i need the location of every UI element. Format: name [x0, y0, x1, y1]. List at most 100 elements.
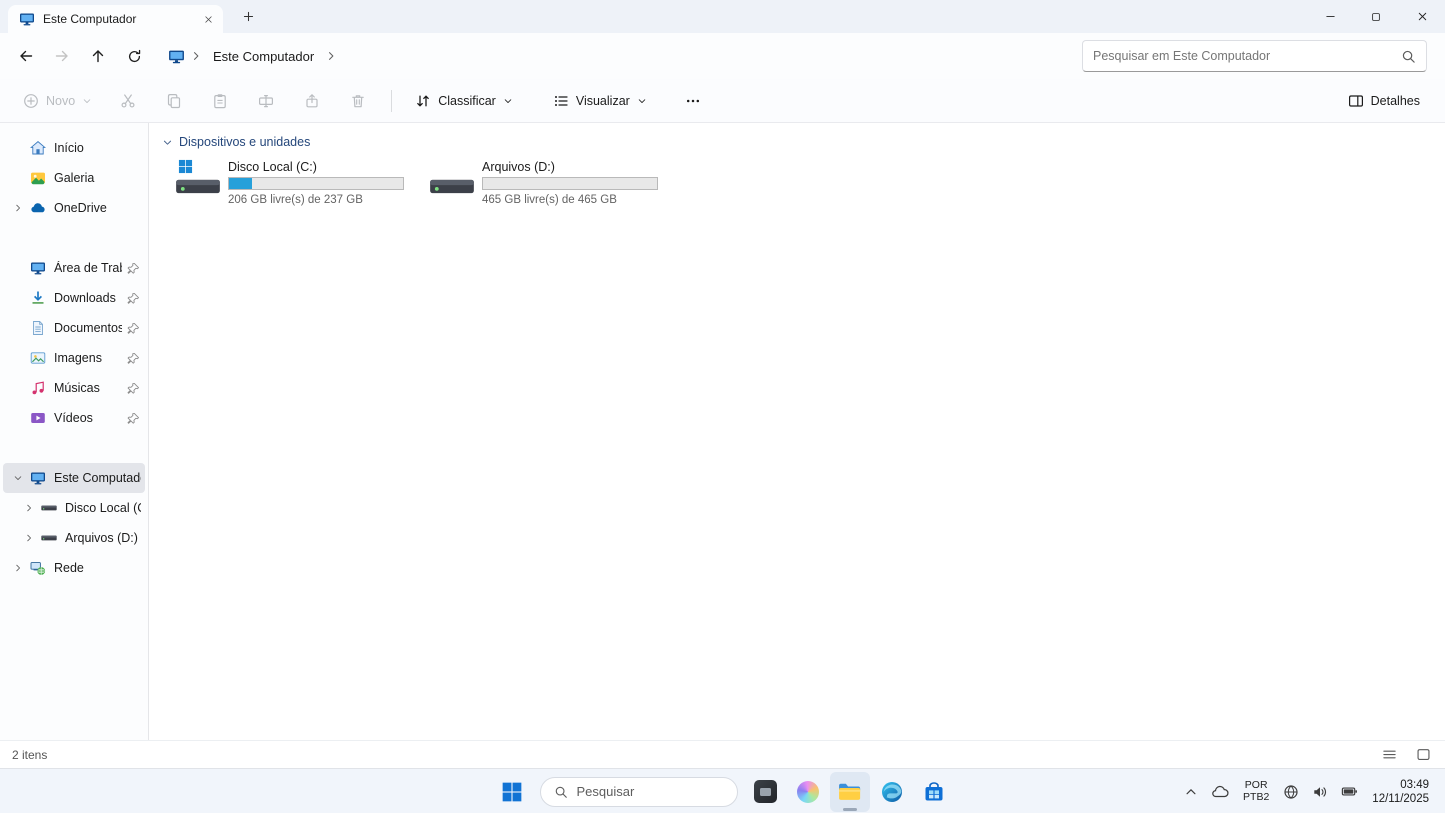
expand-chevron[interactable]	[11, 561, 25, 575]
drive-name: Arquivos (D:)	[482, 160, 659, 174]
expand-chevron[interactable]	[22, 501, 36, 515]
onedrive-tray-button[interactable]	[1206, 774, 1234, 810]
pin-icon	[127, 352, 140, 365]
chevron-up-icon	[1184, 785, 1198, 799]
drive-c-item[interactable]: Disco Local (C:) 206 GB livre(s) de 237 …	[171, 156, 409, 209]
home-icon	[30, 140, 46, 156]
thumbnail-view-toggle[interactable]	[1413, 745, 1433, 765]
desktop-icon	[30, 260, 46, 276]
sidebar-item-videos[interactable]: Vídeos	[3, 403, 145, 433]
system-drive-icon	[175, 159, 221, 197]
group-collapse-chevron[interactable]	[162, 137, 173, 148]
sort-button[interactable]: Classificar	[406, 85, 522, 117]
sidebar-item-rede[interactable]: Rede	[3, 553, 145, 583]
more-options-button[interactable]	[674, 85, 712, 117]
chevron-right-icon	[190, 50, 202, 62]
edge-button[interactable]	[872, 772, 912, 812]
drive-icon	[41, 533, 57, 543]
search-box[interactable]	[1082, 40, 1427, 72]
sidebar-item-onedrive[interactable]: OneDrive	[3, 193, 145, 223]
data-drive-icon	[429, 159, 475, 197]
sidebar-item-este-computador[interactable]: Este Computador	[3, 463, 145, 493]
new-tab-button[interactable]	[233, 2, 263, 32]
expand-chevron[interactable]	[22, 531, 36, 545]
view-button[interactable]: Visualizar	[544, 85, 656, 117]
expand-chevron[interactable]	[11, 201, 25, 215]
pin-icon	[127, 382, 140, 395]
globe-icon	[1283, 784, 1299, 800]
sidebar-item-area-de-trabalho[interactable]: Área de Trabalho	[3, 253, 145, 283]
sidebar-item-inicio[interactable]: Início	[3, 133, 145, 163]
search-input[interactable]	[1093, 49, 1393, 63]
file-explorer-button[interactable]	[830, 772, 870, 812]
start-button[interactable]	[492, 772, 532, 812]
view-icon	[553, 93, 569, 109]
drive-free-space: 465 GB livre(s) de 465 GB	[482, 194, 659, 206]
language-indicator[interactable]: POR PTB2	[1237, 780, 1275, 803]
chevron-down-icon	[503, 96, 513, 106]
cut-icon	[120, 93, 136, 109]
volume-button[interactable]	[1307, 774, 1333, 810]
drive-d-item[interactable]: Arquivos (D:) 465 GB livre(s) de 465 GB	[425, 156, 663, 209]
onedrive-cloud-icon	[30, 200, 46, 216]
tray-overflow-button[interactable]	[1179, 774, 1203, 810]
sidebar-item-arquivos-d[interactable]: Arquivos (D:)	[3, 523, 145, 553]
this-pc-icon	[30, 470, 46, 486]
dark-app-icon	[754, 780, 777, 803]
battery-button[interactable]	[1336, 774, 1363, 810]
file-list-area: Dispositivos e unidades Disco Local (C:)	[149, 123, 1445, 740]
delete-button[interactable]	[339, 85, 377, 117]
status-bar: 2 itens	[0, 740, 1445, 768]
chevron-down-icon	[162, 137, 173, 148]
tab-close-button[interactable]	[198, 9, 218, 29]
group-header-devices-and-drives[interactable]: Dispositivos e unidades	[162, 132, 1445, 152]
forward-button[interactable]	[44, 38, 80, 74]
sidebar-item-imagens[interactable]: Imagens	[3, 343, 145, 373]
collapse-chevron[interactable]	[11, 471, 25, 485]
store-button[interactable]	[914, 772, 954, 812]
taskbar-dark-app-button[interactable]	[746, 772, 786, 812]
details-pane-button[interactable]: Detalhes	[1339, 85, 1429, 117]
details-view-toggle[interactable]	[1379, 745, 1399, 765]
ellipsis-icon	[685, 93, 701, 109]
sidebar-item-disco-local-c[interactable]: Disco Local (C:)	[3, 493, 145, 523]
command-bar: Novo Classificar Visualizar	[0, 79, 1445, 123]
sidebar-item-documentos[interactable]: Documentos	[3, 313, 145, 343]
copy-button[interactable]	[155, 85, 193, 117]
sidebar-item-galeria[interactable]: Galeria	[3, 163, 145, 193]
clock[interactable]: 03:49 12/11/2025	[1366, 778, 1437, 806]
taskbar: Pesquisar POR PTB2 03:49 12/11/2025	[0, 768, 1445, 813]
taskbar-search[interactable]: Pesquisar	[540, 777, 738, 807]
explorer-tab[interactable]: Este Computador	[8, 5, 223, 33]
close-button[interactable]	[1399, 0, 1445, 33]
rename-button[interactable]	[247, 85, 285, 117]
sidebar-item-downloads[interactable]: Downloads	[3, 283, 145, 313]
music-icon	[30, 380, 46, 396]
paste-button[interactable]	[201, 85, 239, 117]
pin-icon	[127, 262, 140, 275]
search-icon	[1401, 49, 1416, 64]
capacity-bar-fill	[229, 178, 252, 189]
back-button[interactable]	[8, 38, 44, 74]
share-icon	[304, 93, 320, 109]
refresh-button[interactable]	[116, 38, 152, 74]
cut-button[interactable]	[109, 85, 147, 117]
breadcrumb-this-pc[interactable]: Este Computador	[207, 45, 320, 68]
up-button[interactable]	[80, 38, 116, 74]
drive-c-info: Disco Local (C:) 206 GB livre(s) de 237 …	[228, 159, 405, 206]
maximize-button[interactable]	[1353, 0, 1399, 33]
copilot-button[interactable]	[788, 772, 828, 812]
sidebar-item-musicas[interactable]: Músicas	[3, 373, 145, 403]
minimize-button[interactable]	[1307, 0, 1353, 33]
network-button[interactable]	[1278, 774, 1304, 810]
sidebar-spacer	[0, 433, 148, 463]
details-pane-icon	[1348, 93, 1364, 109]
hard-drive-icon	[175, 177, 221, 196]
pin-icon	[127, 322, 140, 335]
new-button[interactable]: Novo	[14, 85, 101, 117]
drive-icon	[41, 503, 57, 513]
chevron-right-icon	[325, 50, 337, 62]
drives-group: Disco Local (C:) 206 GB livre(s) de 237 …	[171, 156, 1445, 209]
network-icon	[30, 560, 46, 576]
share-button[interactable]	[293, 85, 331, 117]
